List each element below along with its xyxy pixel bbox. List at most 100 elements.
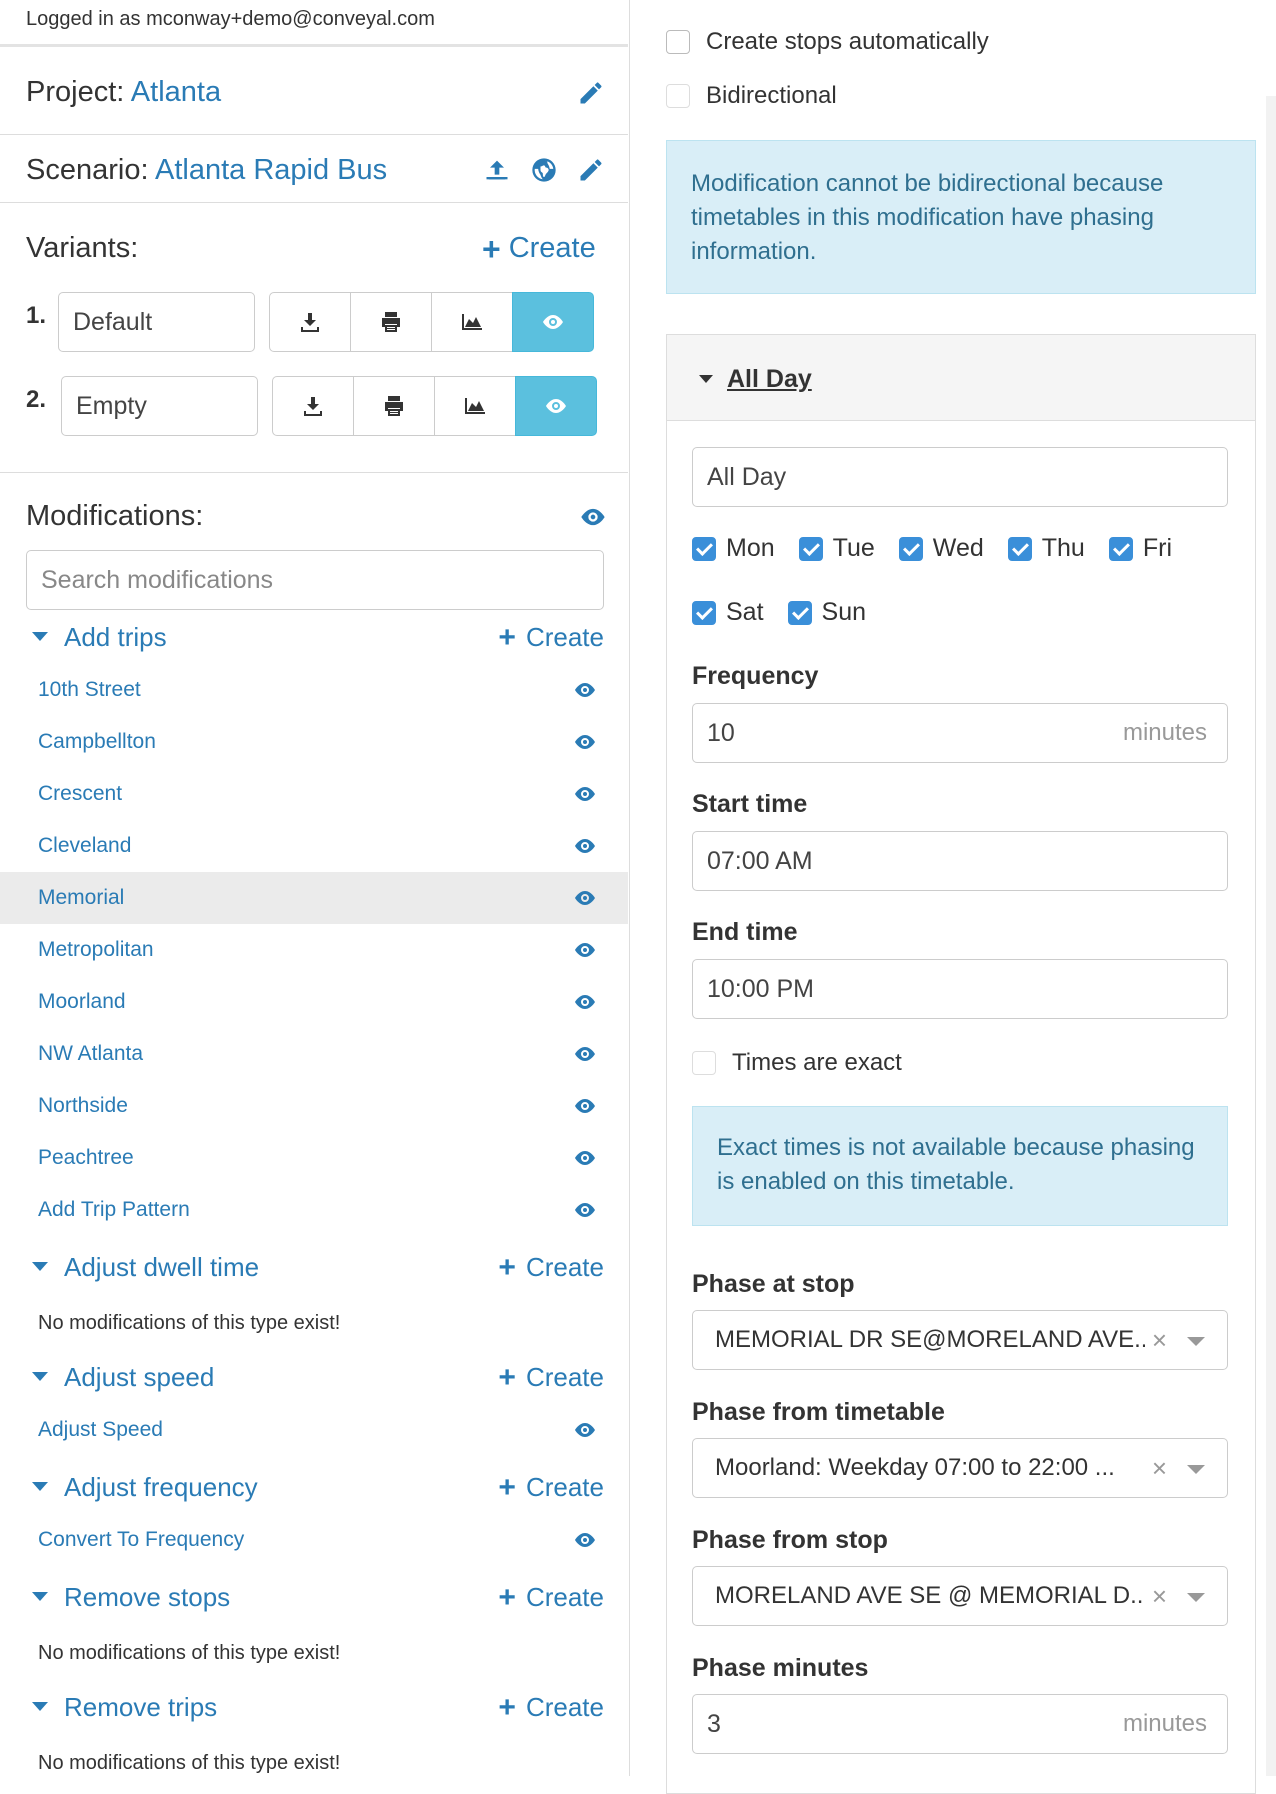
modification-item[interactable]: Metropolitan bbox=[0, 924, 628, 976]
modification-name[interactable]: Adjust Speed bbox=[38, 1418, 163, 1442]
modification-group-header[interactable]: Remove stops + Create bbox=[32, 1580, 604, 1620]
chart-button[interactable] bbox=[431, 292, 513, 352]
modification-name[interactable]: Moorland bbox=[38, 990, 126, 1014]
variant-name-input[interactable]: Default bbox=[58, 292, 255, 352]
modification-group-header[interactable]: Adjust dwell time + Create bbox=[32, 1250, 604, 1290]
edit-scenario-pencil-icon[interactable] bbox=[576, 155, 606, 185]
chevron-down-icon[interactable] bbox=[1187, 1593, 1205, 1602]
create-modification-button[interactable]: + Create bbox=[498, 1362, 604, 1393]
day-checkbox-wed[interactable]: Wed bbox=[898, 534, 984, 563]
scenario-name-link[interactable]: Atlanta Rapid Bus bbox=[155, 154, 387, 186]
checkbox[interactable] bbox=[787, 600, 812, 625]
eye-icon[interactable] bbox=[572, 782, 598, 806]
scrollbar-thumb[interactable] bbox=[629, 44, 630, 1704]
modification-item[interactable]: Campbellton bbox=[0, 716, 628, 768]
upload-icon[interactable] bbox=[482, 155, 512, 185]
modification-item[interactable]: Crescent bbox=[0, 768, 628, 820]
group-label[interactable]: Adjust frequency bbox=[64, 1472, 258, 1503]
modification-name[interactable]: Add Trip Pattern bbox=[38, 1198, 190, 1222]
print-button[interactable] bbox=[350, 292, 432, 352]
checkbox[interactable] bbox=[692, 536, 716, 561]
timetable-panel-header[interactable]: All Day bbox=[667, 335, 1255, 421]
day-checkbox-tue[interactable]: Tue bbox=[798, 534, 875, 563]
modification-name[interactable]: Northside bbox=[38, 1094, 128, 1118]
end-time-input[interactable]: 10:00 PM bbox=[692, 959, 1228, 1019]
chevron-down-icon[interactable] bbox=[1187, 1465, 1205, 1474]
modification-group-header[interactable]: Remove trips + Create bbox=[32, 1690, 604, 1730]
clear-icon[interactable]: × bbox=[1152, 1567, 1167, 1625]
group-label[interactable]: Adjust speed bbox=[64, 1362, 214, 1393]
phase-from-timetable-select[interactable]: Moorland: Weekday 07:00 to 22:00 ... × bbox=[692, 1438, 1228, 1498]
day-checkbox-sun[interactable]: Sun bbox=[787, 598, 866, 627]
modification-item[interactable]: Peachtree bbox=[0, 1132, 628, 1184]
chevron-down-icon[interactable] bbox=[1187, 1337, 1205, 1346]
modification-item[interactable]: Memorial bbox=[0, 872, 628, 924]
phase-at-stop-select[interactable]: MEMORIAL DR SE@MORELAND AVE... × bbox=[692, 1310, 1228, 1370]
caret-down-icon[interactable] bbox=[32, 1262, 48, 1271]
day-checkbox-mon[interactable]: Mon bbox=[692, 534, 775, 563]
create-variant-button[interactable]: + Create bbox=[482, 232, 596, 265]
download-button[interactable] bbox=[269, 292, 351, 352]
clear-icon[interactable]: × bbox=[1152, 1439, 1167, 1497]
day-checkbox-thu[interactable]: Thu bbox=[1007, 534, 1085, 563]
modification-item[interactable]: NW Atlanta bbox=[0, 1028, 628, 1080]
globe-icon[interactable] bbox=[529, 155, 559, 185]
modification-name[interactable]: Cleveland bbox=[38, 834, 131, 858]
eye-icon[interactable] bbox=[572, 990, 598, 1014]
create-stops-checkbox-row[interactable]: Create stops automatically bbox=[666, 28, 989, 56]
variant-name-input[interactable]: Empty bbox=[61, 376, 258, 436]
create-modification-button[interactable]: + Create bbox=[498, 1252, 604, 1283]
eye-icon[interactable] bbox=[572, 1198, 598, 1222]
checkbox[interactable] bbox=[1108, 536, 1133, 561]
project-name-link[interactable]: Atlanta bbox=[131, 76, 221, 108]
bidirectional-checkbox-row[interactable]: Bidirectional bbox=[666, 82, 837, 110]
scrollbar[interactable] bbox=[1266, 96, 1276, 1776]
bidirectional-checkbox[interactable] bbox=[666, 84, 690, 108]
eye-icon[interactable] bbox=[572, 730, 598, 754]
show-variant-button[interactable] bbox=[515, 376, 597, 436]
caret-down-icon[interactable] bbox=[32, 1592, 48, 1601]
frequency-input[interactable]: 10 minutes bbox=[692, 703, 1228, 763]
modification-name[interactable]: Crescent bbox=[38, 782, 122, 806]
eye-icon[interactable] bbox=[572, 834, 598, 858]
phase-from-stop-select[interactable]: MORELAND AVE SE @ MEMORIAL D... × bbox=[692, 1566, 1228, 1626]
phase-minutes-input[interactable]: 3 minutes bbox=[692, 1694, 1228, 1754]
checkbox[interactable] bbox=[798, 536, 823, 561]
times-exact-checkbox-row[interactable]: Times are exact bbox=[692, 1049, 902, 1077]
group-label[interactable]: Remove trips bbox=[64, 1692, 217, 1723]
modification-item[interactable]: Cleveland bbox=[0, 820, 628, 872]
eye-icon[interactable] bbox=[572, 886, 598, 910]
timetable-title[interactable]: All Day bbox=[727, 365, 812, 394]
group-label[interactable]: Adjust dwell time bbox=[64, 1252, 259, 1283]
modification-group-header[interactable]: Add trips + Create bbox=[32, 620, 604, 660]
eye-icon[interactable] bbox=[572, 1418, 598, 1442]
modification-item[interactable]: Moorland bbox=[0, 976, 628, 1028]
create-modification-button[interactable]: + Create bbox=[498, 1582, 604, 1613]
modification-name[interactable]: Metropolitan bbox=[38, 938, 154, 962]
modification-name[interactable]: 10th Street bbox=[38, 678, 141, 702]
modification-item[interactable]: Add Trip Pattern bbox=[0, 1184, 628, 1236]
download-button[interactable] bbox=[272, 376, 354, 436]
modification-name[interactable]: NW Atlanta bbox=[38, 1042, 143, 1066]
modification-group-header[interactable]: Adjust speed + Create bbox=[32, 1360, 604, 1400]
eye-icon[interactable] bbox=[572, 1042, 598, 1066]
eye-icon[interactable] bbox=[572, 1146, 598, 1170]
modification-name[interactable]: Peachtree bbox=[38, 1146, 134, 1170]
create-modification-button[interactable]: + Create bbox=[498, 1692, 604, 1723]
create-stops-checkbox[interactable] bbox=[666, 30, 690, 54]
modification-item[interactable]: Northside bbox=[0, 1080, 628, 1132]
eye-icon[interactable] bbox=[572, 1094, 598, 1118]
modification-item[interactable]: Adjust Speed bbox=[0, 1404, 628, 1456]
caret-down-icon[interactable] bbox=[32, 632, 48, 641]
eye-icon[interactable] bbox=[572, 1528, 598, 1552]
caret-down-icon[interactable] bbox=[32, 1702, 48, 1711]
modification-item[interactable]: Convert To Frequency bbox=[0, 1514, 628, 1566]
eye-icon[interactable] bbox=[572, 938, 598, 962]
clear-icon[interactable]: × bbox=[1152, 1311, 1167, 1369]
toggle-all-modifications-eye-icon[interactable] bbox=[578, 502, 608, 532]
start-time-input[interactable]: 07:00 AM bbox=[692, 831, 1228, 891]
timetable-name-input[interactable]: All Day bbox=[692, 447, 1228, 507]
eye-icon[interactable] bbox=[572, 678, 598, 702]
edit-project-pencil-icon[interactable] bbox=[576, 78, 606, 108]
modification-group-header[interactable]: Adjust frequency + Create bbox=[32, 1470, 604, 1510]
